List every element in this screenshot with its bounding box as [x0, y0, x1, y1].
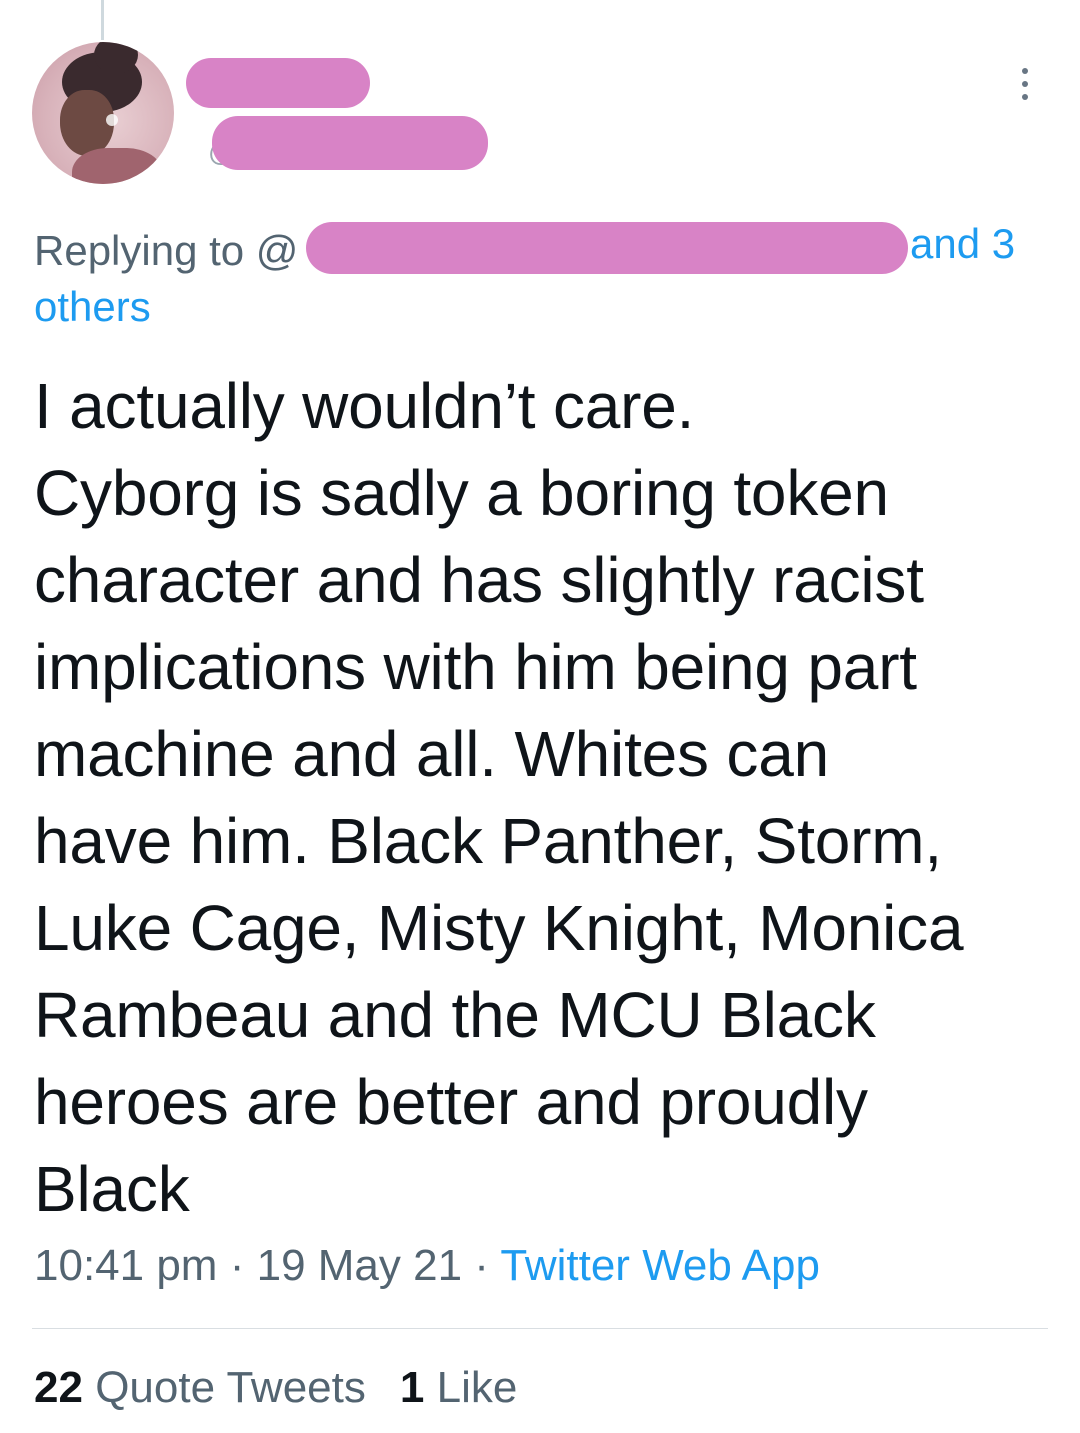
- engagement-stats: 22 Quote Tweets 1 Like: [34, 1360, 517, 1416]
- tweet-text-line: have him. Black Panther, Storm,: [34, 805, 942, 877]
- thread-connector-line: [101, 0, 104, 40]
- likes-label: Like: [436, 1363, 518, 1412]
- redacted-reply-mention[interactable]: [306, 222, 908, 274]
- tweet-text-line: Luke Cage, Misty Knight, Monica: [34, 892, 964, 964]
- quote-tweets-count: 22: [34, 1363, 83, 1412]
- meta-separator: ·: [229, 1241, 245, 1290]
- tweet-text-line: machine and all. Whites can: [34, 718, 830, 790]
- tweet-text-line: I actually wouldn’t care.: [34, 370, 695, 442]
- redacted-display-name: [186, 58, 370, 108]
- tweet-text-line: Cyborg is sadly a boring token: [34, 457, 889, 529]
- tweet-text-line: heroes are better and proudly: [34, 1066, 868, 1138]
- tweet-date[interactable]: 19 May 21: [257, 1241, 462, 1290]
- tweet-metadata: 10:41 pm · 19 May 21 · Twitter Web App: [34, 1238, 820, 1294]
- replying-to-label: Replying to @: [34, 227, 299, 274]
- meta-separator: ·: [474, 1241, 489, 1290]
- tweet-text: I actually wouldn’t care. Cyborg is sadl…: [34, 363, 1044, 1233]
- likes-count: 1: [399, 1363, 425, 1412]
- more-options-icon[interactable]: [1014, 64, 1036, 104]
- reply-others-link[interactable]: others: [34, 283, 151, 331]
- tweet-text-line: Black: [34, 1153, 190, 1225]
- tweet-source-link[interactable]: Twitter Web App: [500, 1241, 820, 1290]
- avatar-shoulders: [72, 148, 162, 184]
- avatar[interactable]: [32, 42, 174, 184]
- redacted-username: [212, 116, 488, 170]
- tweet-text-line: character and has slightly racist: [34, 544, 924, 616]
- quote-tweets-stat[interactable]: 22 Quote Tweets: [34, 1363, 366, 1412]
- tweet-text-line: Rambeau and the MCU Black: [34, 979, 876, 1051]
- tweet-time[interactable]: 10:41 pm: [34, 1241, 217, 1290]
- quote-tweets-label: Quote Tweets: [95, 1363, 366, 1412]
- divider: [32, 1328, 1048, 1329]
- tweet-text-line: implications with him being part: [34, 631, 917, 703]
- likes-stat[interactable]: 1 Like: [400, 1363, 517, 1412]
- reply-others-count-link[interactable]: and 3: [910, 220, 1015, 268]
- avatar-earring: [106, 114, 118, 126]
